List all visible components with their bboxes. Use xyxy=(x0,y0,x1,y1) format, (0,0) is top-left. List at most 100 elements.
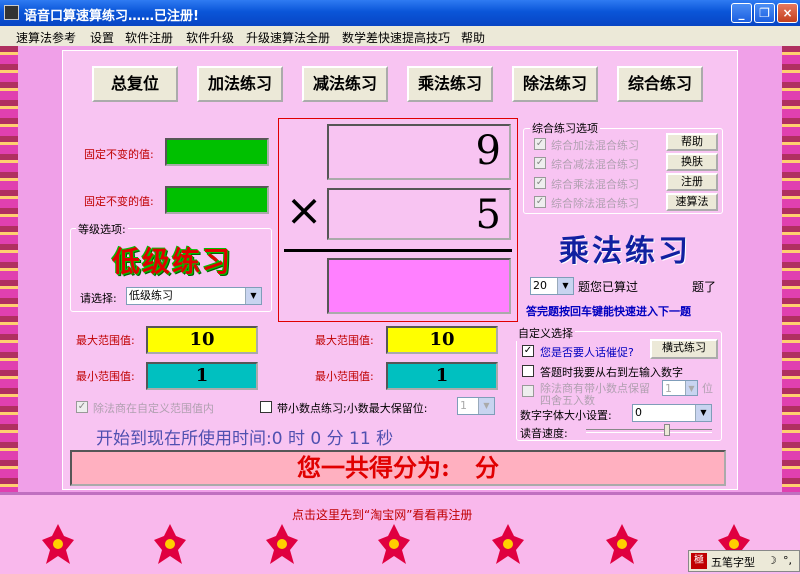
mixed-mul-label: 综合乘法混合练习 xyxy=(551,178,639,191)
right-max-input[interactable]: 10 xyxy=(386,326,498,354)
mixed-div-checkbox[interactable]: ✓ xyxy=(534,196,546,208)
left-decor-border xyxy=(0,46,18,492)
footer-divider xyxy=(0,492,800,495)
chevron-down-icon[interactable]: ▼ xyxy=(245,288,261,304)
chevron-down-icon[interactable]: ▼ xyxy=(557,278,573,294)
right-min-label: 最小范围值: xyxy=(315,370,374,383)
score-unit: 分 xyxy=(474,453,499,482)
flower-decor-icon xyxy=(266,524,298,564)
minimize-button[interactable]: _ xyxy=(731,3,752,23)
skin-button[interactable]: 换肤 xyxy=(666,153,718,171)
maximize-button[interactable]: ❐ xyxy=(754,3,775,23)
count-select-value: 20 xyxy=(533,279,547,292)
font-size-select-value: 0 xyxy=(635,406,642,419)
round-checkbox[interactable] xyxy=(522,385,534,397)
app-icon xyxy=(4,5,19,20)
answer-input[interactable] xyxy=(327,258,511,314)
font-size-label: 数字字体大小设置: xyxy=(520,409,612,422)
div-custom-checkbox[interactable]: ✓ xyxy=(76,401,88,413)
time-prefix: 开始到现在所使用时间: xyxy=(96,429,272,449)
mixed-sub-checkbox[interactable]: ✓ xyxy=(534,157,546,169)
decimal-select[interactable]: 1 ▼ xyxy=(457,397,495,415)
operator-sign: × xyxy=(285,185,323,236)
decimal-checkbox[interactable] xyxy=(260,401,272,413)
round-unit: 位 xyxy=(702,382,713,395)
help-button[interactable]: 帮助 xyxy=(666,133,718,151)
count-label: 题您已算过 xyxy=(578,280,639,294)
round-select[interactable]: 1 ▼ xyxy=(662,380,698,396)
round-label-2: 四舍五入数 xyxy=(540,394,595,407)
chevron-down-icon[interactable]: ▼ xyxy=(478,398,494,414)
time-minutes: 0 xyxy=(310,429,322,449)
mode-title: 乘法练习 xyxy=(559,234,691,269)
menu-bar: 速算法参考 设置 软件注册 软件升级 升级速算法全册 数学差快速提高技巧 帮助 xyxy=(0,26,800,46)
menu-item-settings[interactable]: 设置 xyxy=(90,29,114,46)
speed-method-button[interactable]: 速算法 xyxy=(666,193,718,211)
mixed-options-title: 综合练习选项 xyxy=(530,120,600,136)
chevron-down-icon[interactable]: ▼ xyxy=(695,405,711,421)
left-min-input[interactable]: 1 xyxy=(146,362,258,390)
flower-decor-icon xyxy=(42,524,74,564)
mixed-button[interactable]: 综合练习 xyxy=(617,66,703,102)
flower-decor-icon xyxy=(492,524,524,564)
fixed-value-box-1[interactable] xyxy=(165,138,269,166)
addition-button[interactable]: 加法练习 xyxy=(197,66,283,102)
decimal-select-value: 1 xyxy=(460,399,467,412)
level-select-label: 请选择: xyxy=(80,292,117,305)
count-select[interactable]: 20 ▼ xyxy=(530,277,574,295)
flower-decor-icon xyxy=(378,524,410,564)
horizontal-practice-button[interactable]: 横式练习 xyxy=(650,339,718,359)
time-minutes-unit: 分 xyxy=(326,429,344,449)
subtraction-button[interactable]: 减法练习 xyxy=(302,66,388,102)
taobao-link[interactable]: 点击这里先到“淘宝网”看看再注册 xyxy=(292,506,472,523)
chevron-down-icon[interactable]: ▼ xyxy=(685,381,697,395)
enter-hint: 答完题按回车键能快速进入下一题 xyxy=(526,305,691,318)
menu-item-tips[interactable]: 数学差快速提高技巧 xyxy=(342,29,450,46)
operand-b: 5 xyxy=(327,188,511,240)
urge-checkbox[interactable]: ✓ xyxy=(522,345,534,357)
mixed-mul-checkbox[interactable]: ✓ xyxy=(534,177,546,189)
ime-name: 五笔字型 xyxy=(711,556,755,569)
font-size-select[interactable]: 0 ▼ xyxy=(632,404,712,422)
rtl-label: 答题时我要从右到左输入数字 xyxy=(540,366,683,379)
moon-icon[interactable]: ☽ xyxy=(767,554,777,567)
right-decor-border xyxy=(782,46,800,492)
ime-toolbar[interactable]: 極 五笔字型 ☽ °, xyxy=(688,550,800,572)
flower-decor-icon xyxy=(154,524,186,564)
elapsed-time: 开始到现在所使用时间:0 时 0 分 11 秒 xyxy=(96,424,393,449)
menu-item-reference[interactable]: 速算法参考 xyxy=(16,29,76,46)
speed-slider-track[interactable] xyxy=(586,429,712,433)
count-unit: 题了 xyxy=(692,280,717,294)
left-max-label: 最大范围值: xyxy=(76,334,135,347)
level-select-value: 低级练习 xyxy=(129,289,173,302)
right-min-input[interactable]: 1 xyxy=(386,362,498,390)
score-display: 您一共得分为: 分 xyxy=(70,450,726,486)
score-prefix: 您一共得分为: xyxy=(297,453,450,482)
speed-slider-handle[interactable] xyxy=(664,424,670,436)
round-select-value: 1 xyxy=(665,382,672,395)
time-seconds-unit: 秒 xyxy=(376,429,394,449)
menu-item-upgrade[interactable]: 软件升级 xyxy=(186,29,234,46)
menu-item-register[interactable]: 软件注册 xyxy=(125,29,173,46)
division-button[interactable]: 除法练习 xyxy=(512,66,598,102)
close-button[interactable]: × xyxy=(777,3,798,23)
menu-item-upgrade-all[interactable]: 升级速算法全册 xyxy=(246,29,330,46)
punctuation-icon[interactable]: °, xyxy=(783,554,792,567)
mixed-add-checkbox[interactable]: ✓ xyxy=(534,138,546,150)
register-button[interactable]: 注册 xyxy=(666,173,718,191)
time-hours-unit: 时 xyxy=(287,429,305,449)
fixed-value-box-2[interactable] xyxy=(165,186,269,214)
window-title: 语音口算速算练习……已注册! xyxy=(24,9,199,24)
level-group-title: 等级选项: xyxy=(76,221,128,237)
level-select[interactable]: 低级练习 ▼ xyxy=(126,287,262,305)
multiplication-button[interactable]: 乘法练习 xyxy=(407,66,493,102)
div-custom-label: 除法商在自定义范围值内 xyxy=(93,402,214,415)
menu-item-help[interactable]: 帮助 xyxy=(461,29,485,46)
reset-button[interactable]: 总复位 xyxy=(92,66,178,102)
left-max-input[interactable]: 10 xyxy=(146,326,258,354)
ime-logo-icon: 極 xyxy=(691,553,707,569)
rtl-checkbox[interactable] xyxy=(522,365,534,377)
time-seconds: 11 xyxy=(349,429,371,449)
equation-line xyxy=(284,249,512,252)
time-hours: 0 xyxy=(271,429,283,449)
